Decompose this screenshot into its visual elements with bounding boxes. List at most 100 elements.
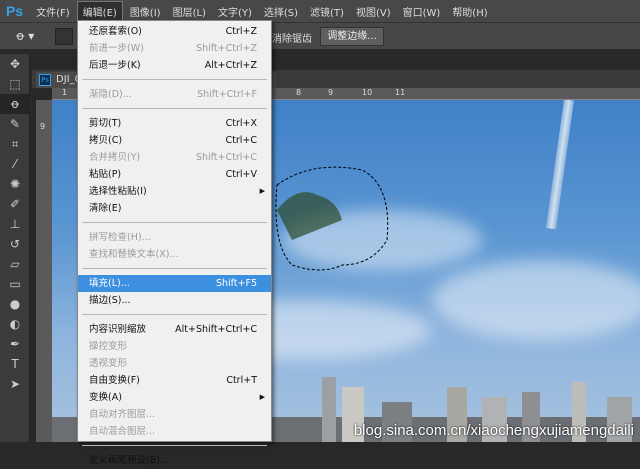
menu-item-copy[interactable]: 拷贝(C) Ctrl+C — [78, 132, 271, 149]
shortcut: Ctrl+T — [226, 375, 257, 386]
ruler-label: 9 — [40, 122, 46, 131]
shortcut: Shift+F5 — [215, 278, 257, 289]
eraser-tool-icon[interactable]: ▱ — [0, 254, 30, 274]
label: 描边(S)... — [89, 295, 131, 306]
lasso-tool-icon[interactable]: ꝋ — [0, 94, 30, 114]
menu-item-puppet-warp: 操控变形 — [78, 338, 271, 355]
stamp-tool-icon[interactable]: ⊥ — [0, 214, 30, 234]
ps-file-icon: Ps — [39, 74, 51, 86]
vertical-ruler: 9 — [36, 100, 52, 442]
watermark: blog.sina.com.cn/xiaochengxujiamengdaili — [353, 422, 634, 439]
menu-separator — [82, 108, 267, 109]
photoshop-logo: Ps — [6, 3, 24, 19]
menu-filter[interactable]: 滤镜(T) — [305, 2, 349, 21]
menu-item-paste-special[interactable]: 选择性粘贴(I) ▶ — [78, 183, 271, 200]
menu-window[interactable]: 窗口(W) — [398, 2, 446, 21]
menu-separator — [82, 445, 267, 446]
label: 还原套索(O) — [89, 26, 142, 37]
shortcut: Ctrl+X — [225, 118, 257, 129]
ruler-label: 10 — [362, 88, 373, 97]
label: 内容识别缩放 — [89, 324, 147, 335]
menu-item-stroke[interactable]: 描边(S)... — [78, 292, 271, 309]
label: 选择性粘贴(I) — [89, 186, 147, 197]
label: 粘贴(P) — [89, 169, 122, 180]
menu-separator — [82, 268, 267, 269]
menu-item-cut[interactable]: 剪切(T) Ctrl+X — [78, 115, 271, 132]
menu-type[interactable]: 文字(Y) — [213, 2, 257, 21]
menu-help[interactable]: 帮助(H) — [447, 2, 492, 21]
menu-separator — [82, 314, 267, 315]
pen-tool-icon[interactable]: ✒ — [0, 334, 30, 354]
quick-select-tool-icon[interactable]: ✎ — [0, 114, 30, 134]
blur-tool-icon[interactable]: ● — [0, 294, 30, 314]
history-brush-icon[interactable]: ↺ — [0, 234, 30, 254]
antialias-checkbox[interactable]: 消除锯齿 — [272, 30, 312, 45]
menu-item-copy-merged: 合并拷贝(Y) Shift+Ctrl+C — [78, 149, 271, 166]
brush-tool-icon[interactable]: ✐ — [0, 194, 30, 214]
dodge-tool-icon[interactable]: ◐ — [0, 314, 30, 334]
shortcut: Alt+Shift+Ctrl+C — [175, 324, 257, 335]
selection-mode-button[interactable] — [55, 28, 73, 45]
shortcut: Ctrl+V — [225, 169, 257, 180]
menu-layer[interactable]: 图层(L) — [168, 2, 211, 21]
crop-tool-icon[interactable]: ⌗ — [0, 134, 30, 154]
menu-select[interactable]: 选择(S) — [259, 2, 303, 21]
type-tool-icon[interactable]: T — [0, 354, 30, 374]
menu-item-step-backward[interactable]: 后退一步(K) Alt+Ctrl+Z — [78, 57, 271, 74]
menu-item-step-forward: 前进一步(W) Shift+Ctrl+Z — [78, 40, 271, 57]
menu-image[interactable]: 图像(I) — [125, 2, 166, 21]
gradient-tool-icon[interactable]: ▭ — [0, 274, 30, 294]
label: 前进一步(W) — [89, 43, 144, 54]
shortcut: Ctrl+Z — [225, 26, 257, 37]
label: 填充(L)... — [89, 278, 130, 289]
menu-item-free-transform[interactable]: 自由变换(F) Ctrl+T — [78, 372, 271, 389]
menu-bar: Ps 文件(F) 编辑(E) 图像(I) 图层(L) 文字(Y) 选择(S) 滤… — [0, 0, 640, 22]
menu-item-define-brush[interactable]: 定义画笔预设(B)... — [78, 452, 271, 469]
menu-item-transform[interactable]: 变换(A) ▶ — [78, 389, 271, 406]
menu-file[interactable]: 文件(F) — [31, 2, 75, 21]
lasso-preset-icon[interactable]: ꝋ ▾ — [16, 29, 34, 43]
ruler-label: 9 — [328, 88, 334, 97]
shortcut: Ctrl+C — [225, 135, 258, 146]
move-tool-icon[interactable]: ✥ — [0, 54, 30, 74]
label: 自由变换(F) — [89, 375, 140, 386]
edit-menu-dropdown: 还原套索(O) Ctrl+Z 前进一步(W) Shift+Ctrl+Z 后退一步(K… — [77, 20, 272, 466]
label: 操控变形 — [89, 341, 128, 352]
label: 拷贝(C) — [89, 135, 123, 146]
refine-edge-button[interactable]: 调整边缘... — [320, 27, 384, 46]
menu-item-fade: 渐隐(D)... Shift+Ctrl+F — [78, 86, 271, 103]
label: 后退一步(K) — [89, 60, 141, 71]
menu-edit[interactable]: 编辑(E) — [76, 0, 123, 22]
label: 渐隐(D)... — [89, 89, 132, 100]
submenu-arrow-icon: ▶ — [259, 187, 265, 195]
ruler-label: 1 — [62, 88, 68, 97]
label: 定义画笔预设(B)... — [89, 455, 169, 466]
ruler-label: 8 — [296, 88, 302, 97]
eyedropper-tool-icon[interactable]: ⁄ — [0, 154, 30, 174]
marquee-tool-icon[interactable]: ⬚ — [0, 74, 30, 94]
label: 透视变形 — [89, 358, 128, 369]
menu-item-fill[interactable]: 填充(L)... Shift+F5 — [78, 275, 271, 292]
menu-item-auto-blend: 自动混合图层... — [78, 423, 271, 440]
menu-item-content-aware-scale[interactable]: 内容识别缩放 Alt+Shift+Ctrl+C — [78, 321, 271, 338]
shortcut: Shift+Ctrl+F — [197, 89, 257, 100]
menu-item-find-replace: 查找和替换文本(X)... — [78, 246, 271, 263]
label: 查找和替换文本(X)... — [89, 249, 179, 260]
label: 剪切(T) — [89, 118, 122, 129]
label: 拼写检查(H)... — [89, 232, 151, 243]
label: 合并拷贝(Y) — [89, 152, 141, 163]
path-select-tool-icon[interactable]: ➤ — [0, 374, 30, 394]
menu-item-clear[interactable]: 清除(E) — [78, 200, 271, 217]
shortcut: Shift+Ctrl+Z — [196, 43, 257, 54]
menu-separator — [82, 79, 267, 80]
toolbox: ✥ ⬚ ꝋ ✎ ⌗ ⁄ ✺ ✐ ⊥ ↺ ▱ ▭ ● ◐ ✒ T ➤ — [0, 54, 30, 442]
menu-view[interactable]: 视图(V) — [351, 2, 396, 21]
menu-item-auto-align: 自动对齐图层... — [78, 406, 271, 423]
shortcut: Shift+Ctrl+C — [195, 152, 257, 163]
menu-item-perspective-warp: 透视变形 — [78, 355, 271, 372]
label: 变换(A) — [89, 392, 122, 403]
healing-tool-icon[interactable]: ✺ — [0, 174, 30, 194]
menu-item-paste[interactable]: 粘贴(P) Ctrl+V — [78, 166, 271, 183]
menu-item-spell-check: 拼写检查(H)... — [78, 229, 271, 246]
menu-item-undo[interactable]: 还原套索(O) Ctrl+Z — [78, 23, 271, 40]
